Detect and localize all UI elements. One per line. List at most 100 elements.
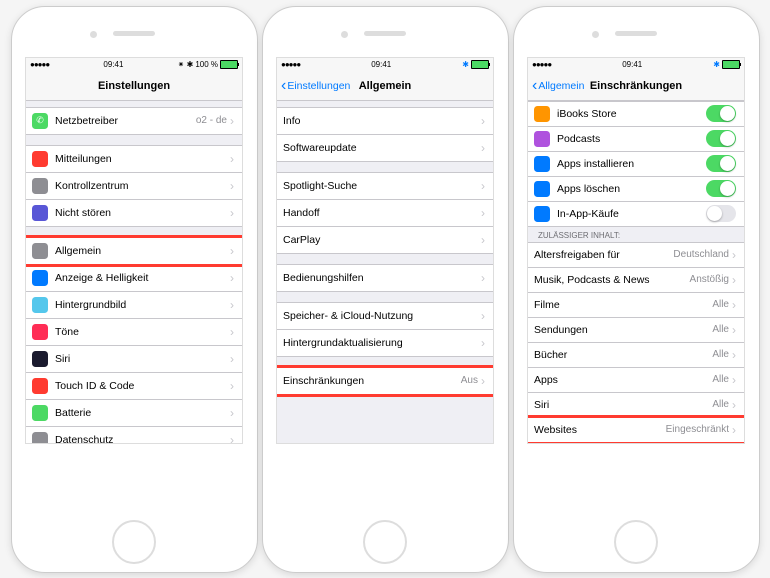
- settings-row[interactable]: EinschränkungenAus›: [277, 367, 493, 395]
- settings-row[interactable]: Altersfreigaben fürDeutschland›: [528, 242, 744, 268]
- row-label: Hintergrundbild: [55, 299, 227, 311]
- row-value: Alle: [712, 324, 729, 335]
- back-button[interactable]: Einstellungen: [281, 80, 350, 92]
- settings-row[interactable]: Anzeige & Helligkeit›: [26, 265, 242, 292]
- phone-settings: ●●●●● 09:41 ⁕ ✱100 % Einstellungen ✆ Net…: [11, 6, 258, 573]
- row-label: Töne: [55, 326, 227, 338]
- row-label: Nicht stören: [55, 207, 227, 219]
- row-label: Speicher- & iCloud-Nutzung: [283, 310, 478, 322]
- row-label: Hintergrundaktualisierung: [283, 337, 478, 349]
- restrictions-list[interactable]: iBooks Store Podcasts Apps installieren App…: [528, 101, 744, 443]
- row-icon: [32, 205, 48, 221]
- settings-row[interactable]: Nicht stören›: [26, 200, 242, 227]
- settings-row[interactable]: Info›: [277, 107, 493, 135]
- row-value: o2 - de: [196, 115, 227, 126]
- settings-row[interactable]: Mitteilungen›: [26, 145, 242, 173]
- settings-row[interactable]: Speicher- & iCloud-Nutzung›: [277, 302, 493, 330]
- status-bar: ●●●●● 09:41 ✱: [277, 58, 493, 72]
- status-time: 09:41: [103, 60, 123, 69]
- toggle-row[interactable]: iBooks Store: [528, 101, 744, 127]
- settings-row[interactable]: Bedienungshilfen›: [277, 264, 493, 292]
- settings-row[interactable]: Allgemein›: [26, 237, 242, 265]
- settings-row[interactable]: Töne›: [26, 319, 242, 346]
- settings-row[interactable]: Siri›: [26, 346, 242, 373]
- row-label: Anzeige & Helligkeit: [55, 272, 227, 284]
- settings-row[interactable]: Spotlight-Suche›: [277, 172, 493, 200]
- section-header: ZULÄSSIGER INHALT:: [528, 227, 744, 242]
- home-button[interactable]: [112, 520, 156, 564]
- row-carrier[interactable]: ✆ Netzbetreiber o2 - de ›: [26, 107, 242, 135]
- row-label: Musik, Podcasts & News: [534, 274, 690, 286]
- row-icon: [32, 297, 48, 313]
- phone-restrictions: ●●●●● 09:41 ✱ Allgemein Einschränkungen …: [513, 6, 760, 573]
- phone-icon: ✆: [32, 113, 48, 129]
- status-time: 09:41: [622, 60, 642, 69]
- row-label: Podcasts: [557, 133, 706, 145]
- row-label: Allgemein: [55, 245, 227, 257]
- toggle-switch[interactable]: [706, 180, 736, 197]
- row-value: Aus: [461, 375, 478, 386]
- settings-row[interactable]: WebsitesEingeschränkt›: [528, 418, 744, 443]
- nav-bar: Allgemein Einschränkungen: [528, 72, 744, 101]
- general-list[interactable]: Info›Softwareupdate›Spotlight-Suche›Hand…: [277, 101, 493, 443]
- row-value: Anstößig: [690, 274, 729, 285]
- settings-row[interactable]: Hintergrundaktualisierung›: [277, 330, 493, 357]
- row-label: Touch ID & Code: [55, 380, 227, 392]
- row-label: Einschränkungen: [283, 375, 461, 387]
- row-icon: [32, 378, 48, 394]
- toggle-row[interactable]: Podcasts: [528, 127, 744, 152]
- toggle-switch[interactable]: [706, 155, 736, 172]
- settings-row[interactable]: SiriAlle›: [528, 393, 744, 418]
- nav-title: Einschränkungen: [590, 80, 682, 92]
- row-label: Softwareupdate: [283, 142, 478, 154]
- toggle-switch[interactable]: [706, 205, 736, 222]
- screen: ●●●●● 09:41 ✱ Einstellungen Allgemein In…: [276, 57, 494, 444]
- settings-row[interactable]: AppsAlle›: [528, 368, 744, 393]
- settings-row[interactable]: Softwareupdate›: [277, 135, 493, 162]
- row-icon: [32, 351, 48, 367]
- toggle-row[interactable]: In-App-Käufe: [528, 202, 744, 227]
- nav-title: Einstellungen: [98, 80, 170, 92]
- row-label: Websites: [534, 424, 666, 436]
- row-label: Handoff: [283, 207, 478, 219]
- row-label: Bedienungshilfen: [283, 272, 478, 284]
- row-label: Apps löschen: [557, 183, 706, 195]
- row-label: Info: [283, 115, 478, 127]
- toggle-switch[interactable]: [706, 130, 736, 147]
- settings-row[interactable]: Datenschutz›: [26, 427, 242, 443]
- settings-row[interactable]: Touch ID & Code›: [26, 373, 242, 400]
- row-icon: [32, 405, 48, 421]
- settings-row[interactable]: Hintergrundbild›: [26, 292, 242, 319]
- toggle-row[interactable]: Apps installieren: [528, 152, 744, 177]
- settings-row[interactable]: FilmeAlle›: [528, 293, 744, 318]
- row-label: Bücher: [534, 349, 712, 361]
- settings-row[interactable]: Handoff›: [277, 200, 493, 227]
- settings-row[interactable]: SendungenAlle›: [528, 318, 744, 343]
- nav-bar: Einstellungen Allgemein: [277, 72, 493, 101]
- settings-list[interactable]: ✆ Netzbetreiber o2 - de › Mitteilungen›K…: [26, 101, 242, 443]
- row-label: Batterie: [55, 407, 227, 419]
- row-icon: [32, 324, 48, 340]
- home-button[interactable]: [614, 520, 658, 564]
- settings-row[interactable]: Batterie›: [26, 400, 242, 427]
- row-label: Datenschutz: [55, 434, 227, 443]
- row-value: Eingeschränkt: [666, 424, 729, 435]
- settings-row[interactable]: Musik, Podcasts & NewsAnstößig›: [528, 268, 744, 293]
- toggle-switch[interactable]: [706, 105, 736, 122]
- row-value: Alle: [712, 374, 729, 385]
- settings-row[interactable]: CarPlay›: [277, 227, 493, 254]
- nav-bar: Einstellungen: [26, 72, 242, 101]
- app-icon: [534, 206, 550, 222]
- row-label: iBooks Store: [557, 108, 706, 120]
- row-label: Spotlight-Suche: [283, 180, 478, 192]
- row-label: Siri: [534, 399, 712, 411]
- toggle-row[interactable]: Apps löschen: [528, 177, 744, 202]
- row-value: Alle: [712, 299, 729, 310]
- screen: ●●●●● 09:41 ✱ Allgemein Einschränkungen …: [527, 57, 745, 444]
- settings-row[interactable]: Kontrollzentrum›: [26, 173, 242, 200]
- home-button[interactable]: [363, 520, 407, 564]
- row-label: Netzbetreiber: [55, 115, 196, 127]
- status-bar: ●●●●● 09:41 ✱: [528, 58, 744, 72]
- settings-row[interactable]: BücherAlle›: [528, 343, 744, 368]
- back-button[interactable]: Allgemein: [532, 80, 584, 92]
